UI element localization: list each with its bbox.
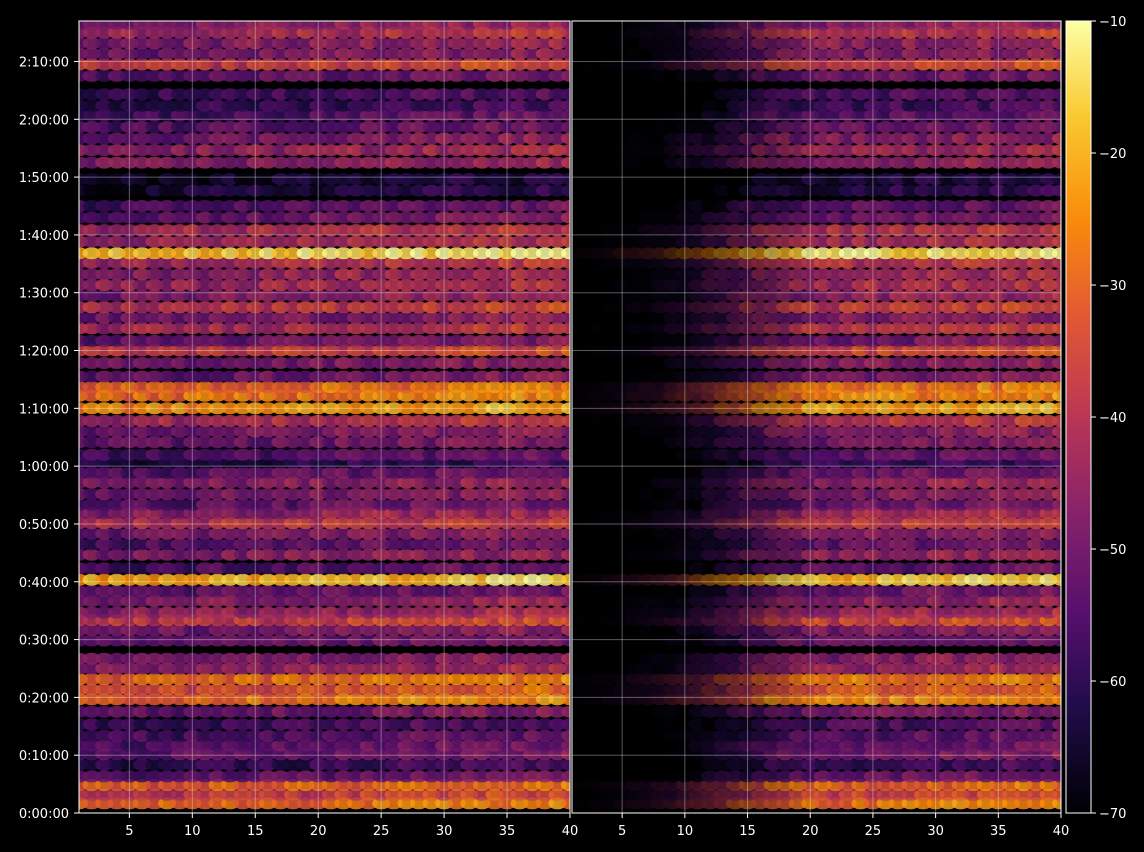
x-tick-label: 35 (499, 824, 516, 839)
x-tick-label: 30 (436, 824, 453, 839)
x-tick-label: 5 (125, 824, 133, 839)
x-tick-label: 15 (247, 824, 264, 839)
x-tick-label: 25 (373, 824, 390, 839)
x-tick-label: 20 (310, 824, 327, 839)
panel-left: 5 10 15 20 25 30 35 40 (78, 20, 579, 839)
x-tick-label: 10 (184, 824, 201, 839)
spectrogram-chart: 5 10 15 20 25 30 35 40 5 10 15 20 25 30 35 40 0:00:000… (0, 0, 1144, 852)
x-tick-label: 40 (562, 824, 579, 839)
panel-right: 5 10 15 20 25 30 35 40 (571, 20, 1069, 839)
